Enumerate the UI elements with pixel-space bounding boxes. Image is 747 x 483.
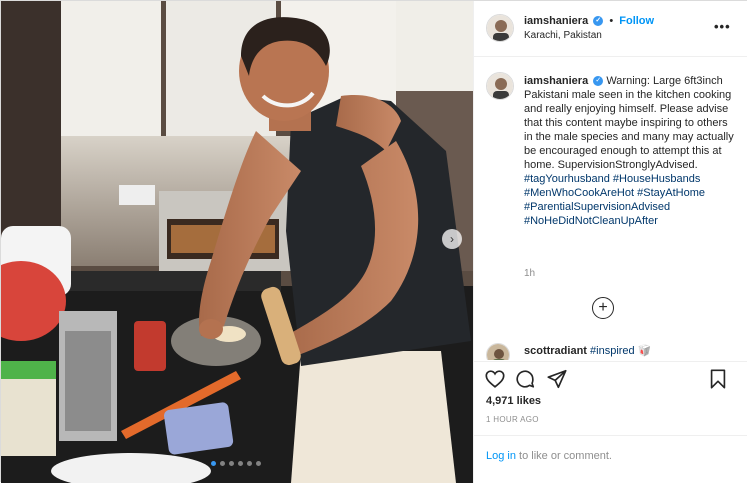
caption-time: 1h <box>524 268 536 279</box>
author-avatar[interactable] <box>486 14 514 42</box>
carousel-dot <box>238 461 243 466</box>
instagram-post-window: › iamshaniera ✓ • Follow Karachi, Pakist… <box>0 0 747 483</box>
hashtag-link[interactable]: #StayAtHome <box>637 187 705 199</box>
author-username-row: iamshaniera ✓ • Follow <box>524 15 654 27</box>
verified-icon: ✓ <box>593 16 604 27</box>
login-prompt: Log in to like or comment. <box>474 435 747 483</box>
likes-count[interactable]: 4,971 likes <box>486 395 541 407</box>
commenter-avatar[interactable] <box>486 343 510 360</box>
more-icon[interactable]: ••• <box>714 19 731 34</box>
posted-ago[interactable]: 1 HOUR AGO <box>486 415 539 424</box>
carousel-dot <box>256 461 261 466</box>
kitchen-photo-illustration <box>1 1 473 483</box>
verified-icon: ✓ <box>593 76 604 87</box>
share-icon[interactable] <box>546 368 568 390</box>
plus-circle-icon[interactable]: + <box>592 297 614 319</box>
post-side-panel: iamshaniera ✓ • Follow Karachi, Pakistan… <box>473 1 747 483</box>
hashtag-link[interactable]: #tagYourhusband <box>524 173 610 185</box>
carousel-next-button[interactable]: › <box>442 229 462 249</box>
login-prompt-text: Log in to like or comment. <box>486 450 612 462</box>
separator-dot: • <box>609 15 614 27</box>
commenter-username[interactable]: scottradiant <box>524 345 587 357</box>
carousel-indicator <box>211 461 261 466</box>
comment-emoji: 🥡 <box>637 345 652 357</box>
comment-hashtag[interactable]: #inspired <box>590 345 635 357</box>
caption-hashtags: #tagYourhusband #HouseHusbands #MenWhoCo… <box>524 173 705 227</box>
caption-username[interactable]: iamshaniera <box>524 75 588 87</box>
post-photo[interactable]: › <box>1 1 473 483</box>
hashtag-link[interactable]: #MenWhoCookAreHot <box>524 187 634 199</box>
heart-icon[interactable] <box>484 368 506 390</box>
comment-row: scottradiant #inspired 🥡 <box>474 340 747 360</box>
login-prompt-suffix: to like or comment. <box>515 450 612 462</box>
follow-button[interactable]: Follow <box>619 15 654 27</box>
action-bar <box>474 361 747 395</box>
comment-icon[interactable] <box>514 368 536 390</box>
bookmark-icon[interactable] <box>707 368 729 390</box>
hashtag-link[interactable]: #NoHeDidNotCleanUpAfter <box>524 215 658 227</box>
post-caption: iamshaniera ✓ Warning: Large 6ft3inch Pa… <box>474 57 747 340</box>
caption-text: iamshaniera ✓ Warning: Large 6ft3inch Pa… <box>524 74 736 228</box>
post-header: iamshaniera ✓ • Follow Karachi, Pakistan… <box>474 1 747 57</box>
carousel-dot <box>211 461 216 466</box>
post-location[interactable]: Karachi, Pakistan <box>524 30 602 41</box>
carousel-dot <box>247 461 252 466</box>
carousel-dot <box>229 461 234 466</box>
author-username[interactable]: iamshaniera <box>524 15 588 27</box>
carousel-dot <box>220 461 225 466</box>
hashtag-link[interactable]: #HouseHusbands <box>613 173 700 185</box>
chevron-right-icon: › <box>450 232 454 246</box>
login-link[interactable]: Log in <box>486 450 516 462</box>
comment-text: scottradiant #inspired 🥡 <box>524 344 651 357</box>
caption-body: Warning: Large 6ft3inch Pakistani male s… <box>524 75 734 171</box>
caption-avatar[interactable] <box>486 72 514 100</box>
hashtag-link[interactable]: #ParentialSupervisionAdvised <box>524 201 670 213</box>
